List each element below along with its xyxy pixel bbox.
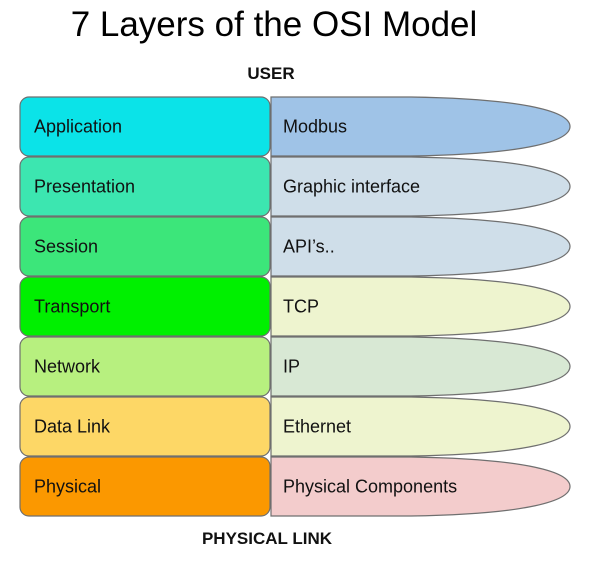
layer-item-presentation: Presentation [19, 156, 271, 217]
protocol-label: API’s.. [283, 237, 335, 257]
layer-item-network: Network [19, 336, 271, 397]
protocol-item-application: Modbus [270, 96, 571, 157]
protocol-item-physical: Physical Components [270, 456, 571, 517]
protocol-item-network: IP [270, 336, 571, 397]
layer-label: Physical [34, 477, 101, 497]
protocol-label: Physical Components [283, 477, 457, 497]
layer-label: Transport [34, 297, 110, 317]
layer-item-physical: Physical [19, 456, 271, 517]
layer-item-transport: Transport [19, 276, 271, 337]
layer-item-data-link: Data Link [19, 396, 271, 457]
protocol-label: TCP [283, 297, 319, 317]
protocol-item-transport: TCP [270, 276, 571, 337]
osi-diagram: Modbus Graphic interface API’s.. TCP IP Ether… [19, 96, 571, 517]
protocol-label: IP [283, 357, 300, 377]
protocol-label: Modbus [283, 117, 347, 137]
protocol-item-session: API’s.. [270, 216, 571, 277]
layer-item-application: Application [19, 96, 271, 157]
protocol-column: Modbus Graphic interface API’s.. TCP IP Ether… [270, 96, 571, 517]
protocol-item-presentation: Graphic interface [270, 156, 571, 217]
protocol-label: Ethernet [283, 417, 351, 437]
layer-label: Presentation [34, 177, 135, 197]
layer-column: Application Presentation Session Transport N… [19, 96, 271, 517]
protocol-item-data-link: Ethernet [270, 396, 571, 457]
layer-item-session: Session [19, 216, 271, 277]
layer-label: Application [34, 117, 122, 137]
protocol-label: Graphic interface [283, 177, 420, 197]
layer-label: Data Link [34, 417, 111, 437]
bottom-label-physical-link: PHYSICAL LINK [201, 529, 333, 548]
protocol-shape [270, 336, 571, 397]
layer-label: Session [34, 237, 98, 257]
layer-label: Network [34, 357, 101, 377]
